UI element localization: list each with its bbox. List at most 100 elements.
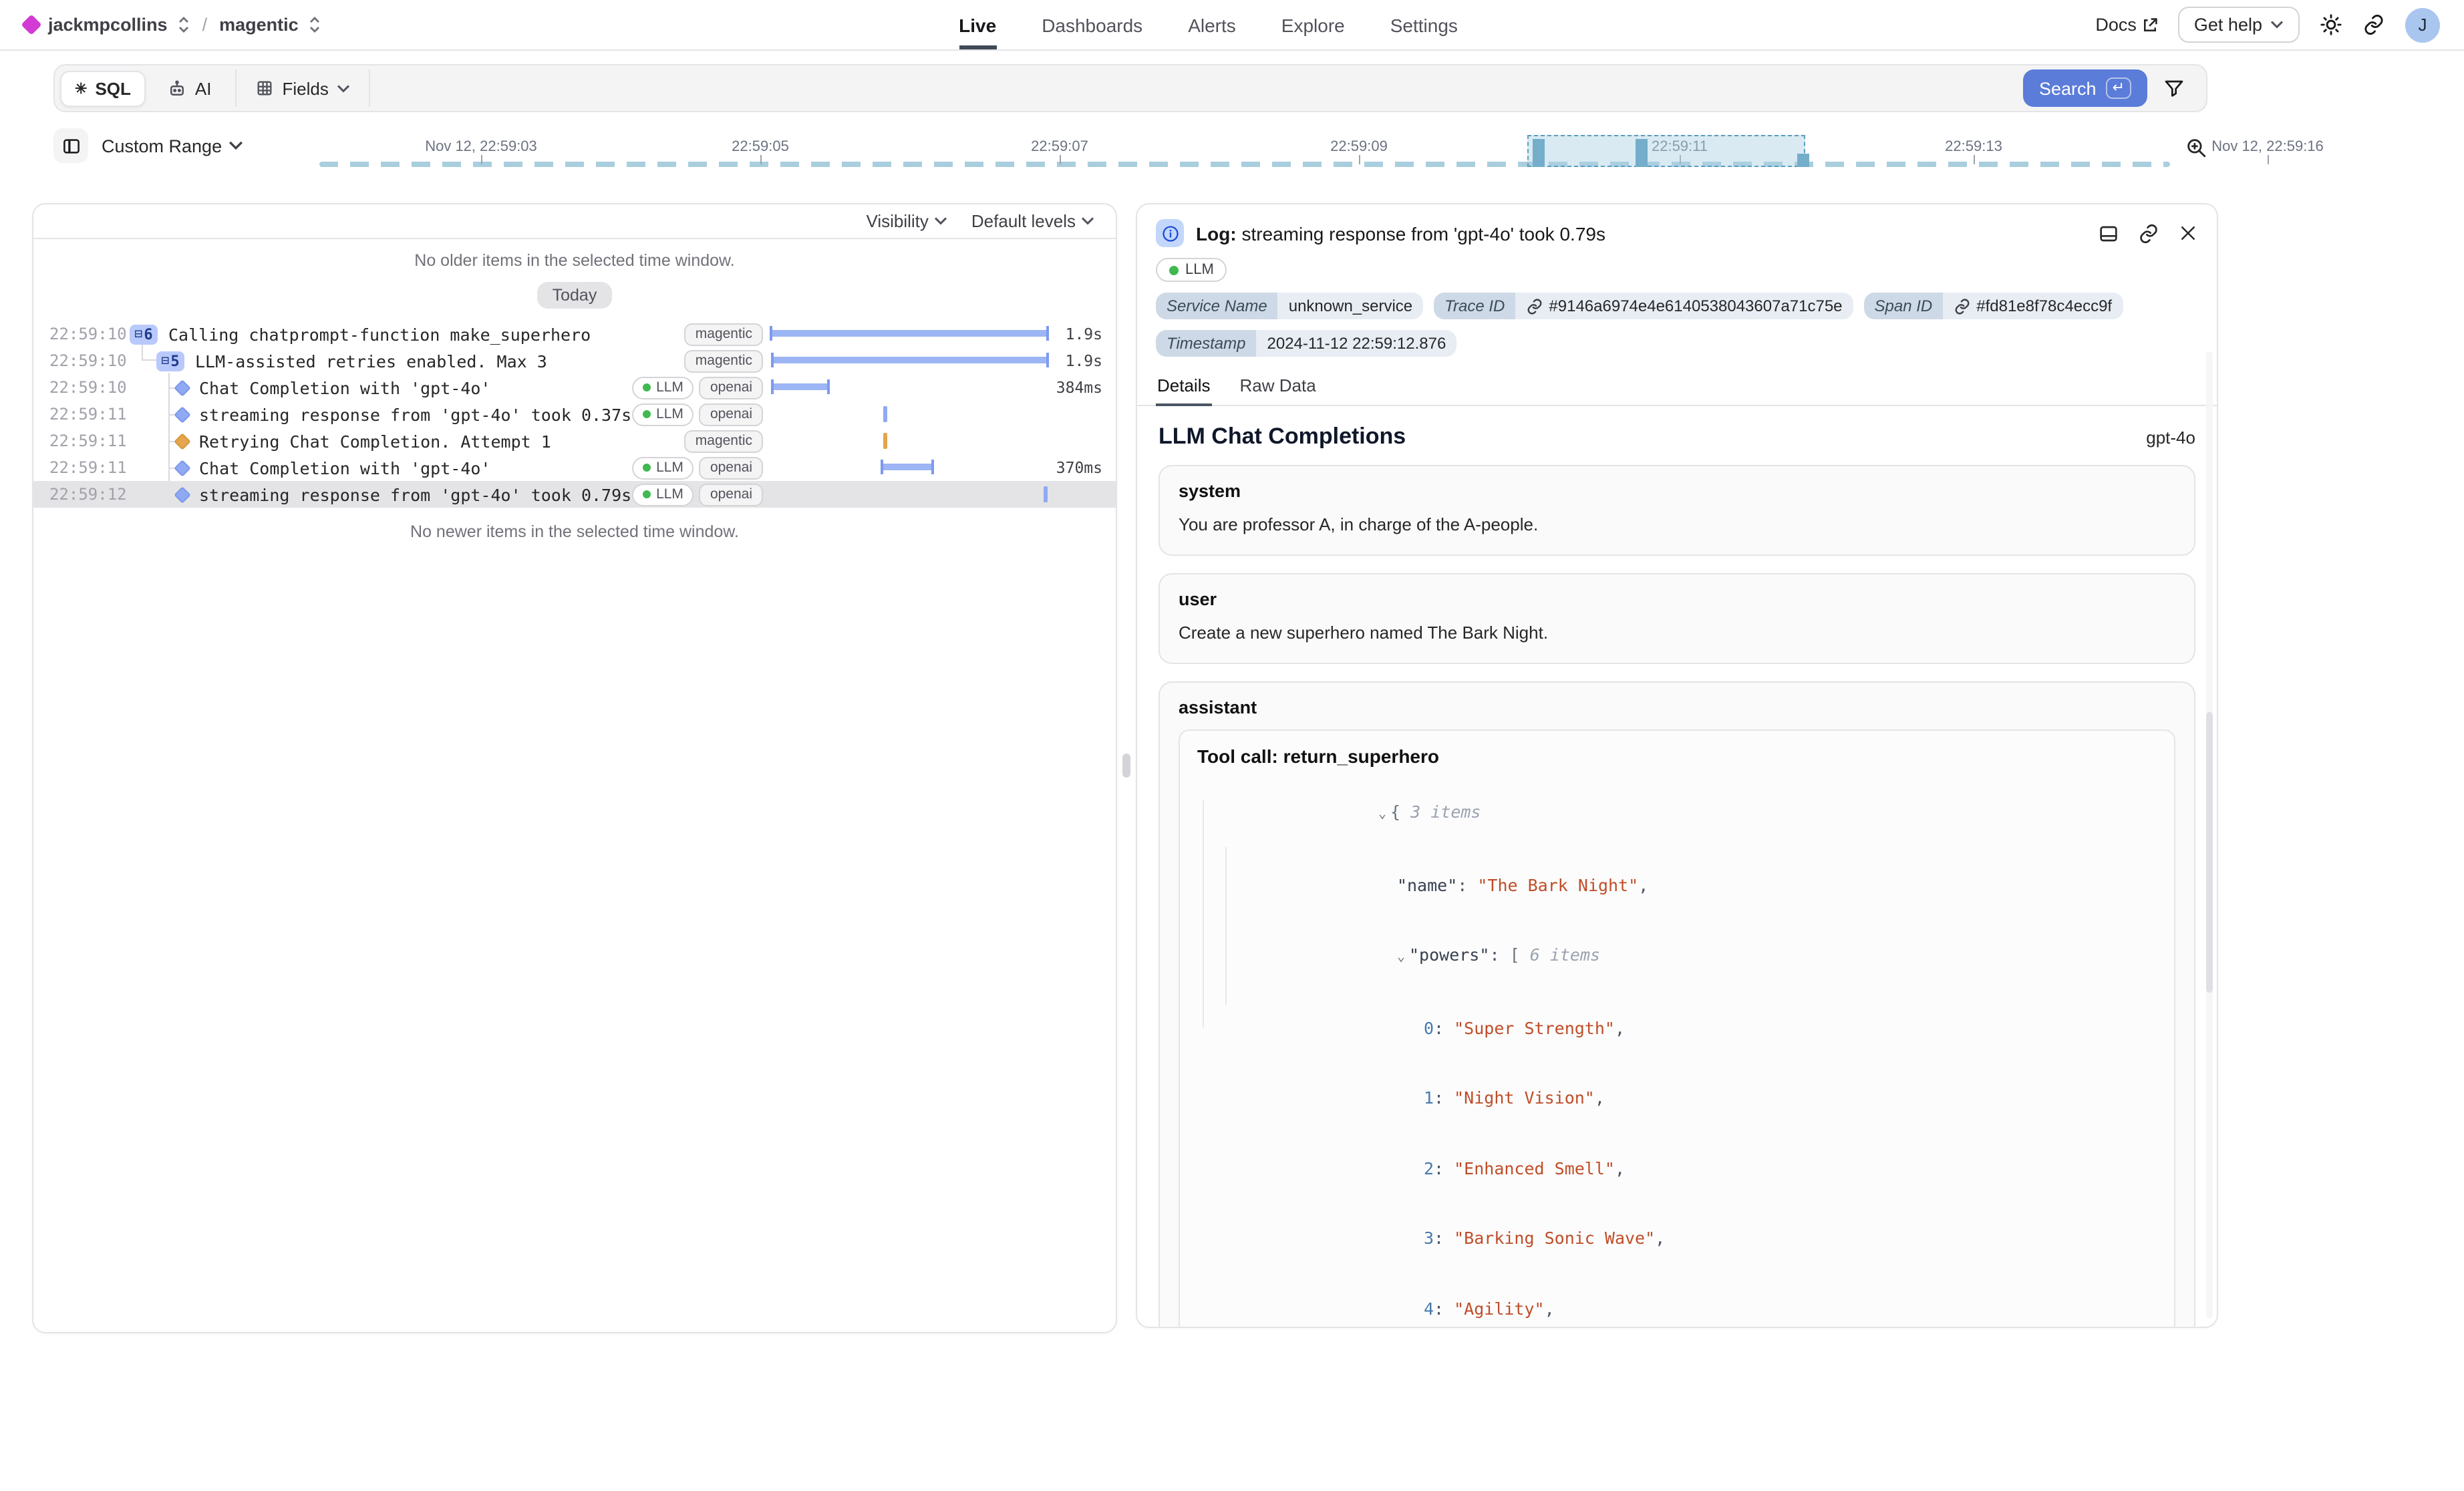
timeline[interactable]: Nov 12, 22:59:03 22:59:05 22:59:07 [267,123,2170,182]
get-help-button[interactable]: Get help [2178,7,2300,43]
meta-field[interactable]: Trace ID #9146a6974e4e6140538043607a71c7… [1434,293,1853,319]
row-icon[interactable]: ⊟5 [156,351,184,371]
meta-field[interactable]: Timestamp 2024-11-12 22:59:12.876 [1156,330,1456,357]
fields-button[interactable]: Fields [236,69,370,107]
meta-field[interactable]: Service Name unknown_service [1156,293,1423,319]
info-icon [1156,219,1184,247]
nav-tab[interactable]: Explore [1281,0,1345,49]
zoom-in-button[interactable] [2185,136,2207,159]
today-badge[interactable]: Today [538,282,612,309]
panel-bottom-icon [2098,222,2119,244]
project-selector[interactable]: magentic [219,15,299,35]
link-icon [1526,297,1543,315]
json-viewer[interactable]: ⌄{ 3 items "name": "The Bark Night", ⌄"p… [1197,777,2157,1328]
nav-tab[interactable]: Live [959,0,996,49]
sun-icon [2320,13,2342,36]
nav-tab[interactable]: Alerts [1188,0,1236,49]
json-token: "Super Strength" [1454,1017,1615,1037]
meta-field-text: 2024-11-12 22:59:12.876 [1267,334,1446,353]
search-button[interactable]: Search↵ [2023,69,2147,107]
nav-tab-label: Live [959,14,996,35]
log-row[interactable]: 22:59:10 ⊟5 LLM-assisted retries enabled… [33,347,1116,374]
share-link-button[interactable] [2362,13,2385,36]
org-selector[interactable]: jackmpcollins [48,15,168,35]
filter-button[interactable] [2163,77,2185,99]
meta-field-text: #fd81e8f78c4ecc9f [1976,297,2112,315]
log-row[interactable]: 22:59:10 ⊟ Chat Completion with 'gpt-4o'… [33,374,1116,401]
chevron-updown-icon[interactable] [309,16,321,33]
json-token: "name" [1397,874,1457,894]
detail-header: Log: streaming response from 'gpt-4o' to… [1137,204,2217,258]
log-row[interactable]: 22:59:11 ⊟ streaming response from 'gpt-… [33,401,1116,428]
collapse-count-badge[interactable]: ⊟6 [130,324,158,344]
row-icon[interactable]: ⊟ [176,381,188,393]
row-waterfall [771,347,1052,374]
sql-mode-button[interactable]: ✳SQL [60,70,146,106]
waterfall-bar [1044,486,1048,502]
json-token: 3 [1424,1228,1434,1248]
log-row[interactable]: 22:59:10 ⊟6 Calling chatprompt-function … [33,321,1116,347]
chevron-down-icon [1081,216,1094,226]
json-token: 0 [1424,1017,1434,1037]
open-drawer-button[interactable] [2098,222,2119,244]
span-diamond-icon [174,432,190,449]
row-timestamp: 22:59:11 [49,405,110,424]
row-icon[interactable]: ⊟6 [130,324,158,344]
message-card-system: system You are professor A, in charge of… [1159,465,2195,556]
span-diamond-icon [174,405,190,422]
json-token: : [1434,1088,1454,1108]
time-range-label: Custom Range [102,136,222,156]
enter-key-icon: ↵ [2106,77,2131,99]
row-icon[interactable]: ⊟ [176,462,188,474]
message-role: assistant [1179,697,2175,717]
chevron-down-icon [228,140,243,151]
row-waterfall [771,454,1052,481]
chevron-down-icon [934,216,947,226]
nav-tab[interactable]: Settings [1390,0,1458,49]
get-help-label: Get help [2194,15,2262,35]
detail-tab-label: Details [1157,375,1211,395]
json-token: [ [1510,945,1530,965]
row-timestamp: 22:59:10 [49,351,110,370]
log-row[interactable]: 22:59:11 ⊟ Chat Completion with 'gpt-4o'… [33,454,1116,481]
row-icon[interactable]: ⊟ [176,488,188,500]
timeline-selection[interactable] [1527,135,1805,167]
docs-link[interactable]: Docs [2095,15,2158,35]
log-row[interactable]: 22:59:12 ⊟ streaming response from 'gpt-… [33,481,1116,508]
meta-field-label: Span ID [1864,293,1944,319]
close-panel-button[interactable] [2178,222,2198,244]
breadcrumb: jackmpcollins / magentic [24,0,321,49]
magnifier-plus-icon [2185,136,2207,159]
visibility-dropdown[interactable]: Visibility [866,211,947,231]
json-token: , [1655,1228,1665,1248]
time-range-selector[interactable]: Custom Range [102,136,243,156]
theme-toggle-button[interactable] [2320,13,2342,36]
robot-icon [167,78,187,98]
timeline-tick-mark [1359,155,1360,164]
ai-mode-button[interactable]: AI [154,71,225,105]
nav-tab[interactable]: Dashboards [1042,0,1142,49]
json-token: "powers" [1409,945,1489,965]
default-levels-dropdown[interactable]: Default levels [971,211,1094,231]
panel-resize-handle[interactable] [1122,754,1130,778]
scrollbar-thumb[interactable] [2206,712,2213,993]
json-token: , [1545,1298,1555,1318]
row-icon[interactable]: ⊟ [176,435,188,447]
nav-tab-label: Dashboards [1042,14,1142,35]
collapse-sidebar-button[interactable] [53,128,88,163]
json-line: ⌄{ 3 items [1197,777,2157,850]
detail-tab[interactable]: Raw Data [1239,370,1318,406]
copy-link-button[interactable] [2138,222,2159,244]
chevron-updown-icon[interactable] [178,16,190,33]
json-token: "The Bark Night" [1477,874,1638,894]
row-duration: 370ms [1052,458,1116,477]
log-row[interactable]: 22:59:11 ⊟ Retrying Chat Completion. Att… [33,428,1116,454]
grid-icon [256,79,275,98]
ai-label: AI [195,78,212,98]
detail-tab[interactable]: Details [1156,370,1212,406]
meta-field[interactable]: Span ID #fd81e8f78c4ecc9f [1864,293,2123,319]
row-icon[interactable]: ⊟ [176,408,188,420]
user-avatar[interactable]: J [2405,7,2440,42]
json-token: : [1457,874,1477,894]
collapse-count-badge[interactable]: ⊟5 [156,351,184,371]
